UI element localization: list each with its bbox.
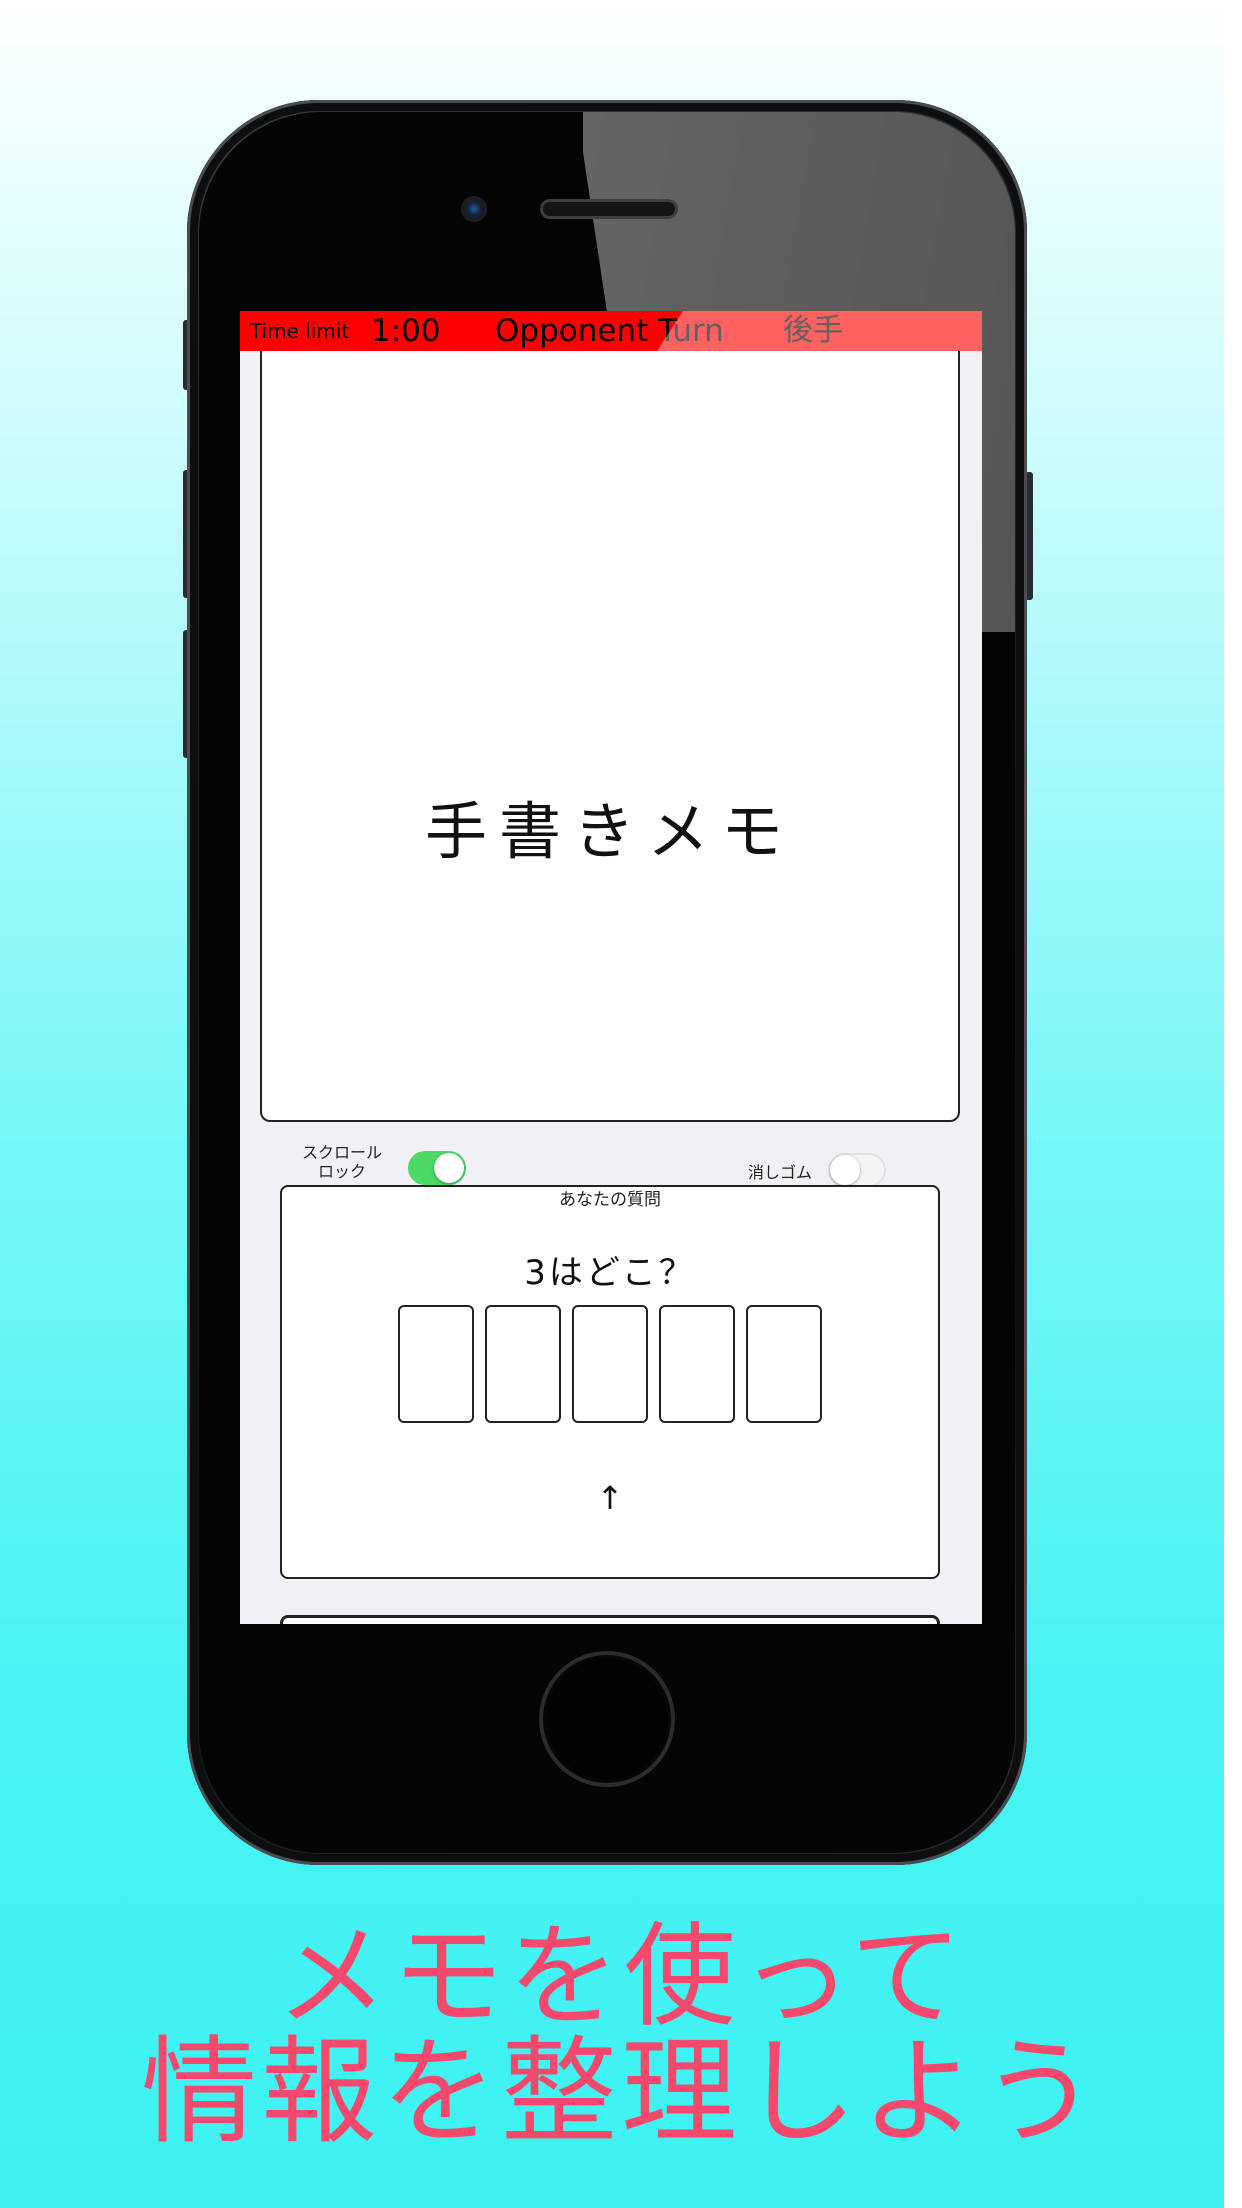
card-slot-5[interactable] bbox=[746, 1305, 822, 1423]
toggle-knob bbox=[830, 1155, 860, 1185]
game-status-bar: Time limit 1:00 Opponent Turn 後手 bbox=[240, 311, 982, 351]
your-question-panel: あなたの質問 3はどこ？ ↑ bbox=[280, 1185, 940, 1579]
scroll-lock-label: スクロール ロック bbox=[302, 1143, 382, 1181]
memo-placeholder: 手書きメモ bbox=[424, 795, 795, 868]
scroll-lock-label-line1: スクロール bbox=[302, 1143, 383, 1162]
time-limit-label: Time limit bbox=[250, 319, 350, 343]
toggle-knob bbox=[434, 1153, 464, 1183]
app-screen: Time limit 1:00 Opponent Turn 後手 手書きメモ ス… bbox=[240, 311, 982, 1624]
scroll-lock-toggle[interactable] bbox=[408, 1151, 466, 1185]
question-text: 3はどこ？ bbox=[524, 1253, 696, 1293]
card-slot-3[interactable] bbox=[572, 1305, 648, 1423]
screen-glare bbox=[657, 311, 982, 351]
card-slot-2[interactable] bbox=[485, 1305, 561, 1423]
time-remaining: 1:00 bbox=[371, 313, 441, 349]
memo-controls: スクロール ロック 消しゴム bbox=[240, 1131, 982, 1191]
handwriting-memo-canvas[interactable]: 手書きメモ bbox=[260, 351, 960, 1122]
eraser-toggle[interactable] bbox=[828, 1153, 886, 1187]
earpiece-speaker bbox=[543, 202, 675, 216]
next-panel bbox=[280, 1615, 940, 1624]
card-slot-1[interactable] bbox=[398, 1305, 474, 1423]
caption-line-2: 情報を整理しよう bbox=[141, 2025, 1101, 2160]
front-camera-icon bbox=[461, 196, 487, 222]
question-header: あなたの質問 bbox=[559, 1190, 661, 1210]
background-strip bbox=[1224, 0, 1242, 2208]
eraser-label: 消しゴム bbox=[747, 1163, 812, 1182]
scroll-lock-label-line2: ロック bbox=[317, 1162, 366, 1181]
up-arrow-icon: ↑ bbox=[596, 1479, 624, 1517]
card-slot-4[interactable] bbox=[659, 1305, 735, 1423]
home-button bbox=[543, 1655, 671, 1783]
